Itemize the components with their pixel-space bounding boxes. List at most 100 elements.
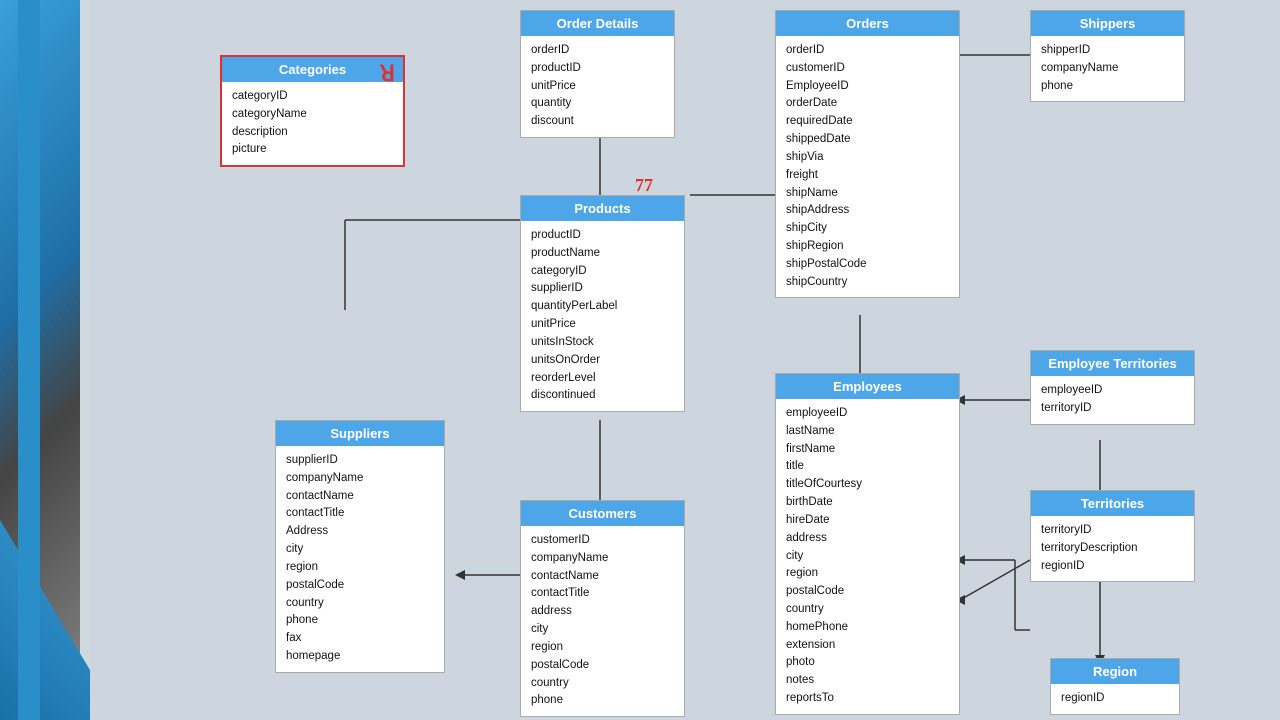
field: fax (286, 630, 434, 648)
products-header: Products (521, 196, 684, 221)
field: companyName (531, 550, 674, 568)
entity-suppliers: Suppliers supplierID companyName contact… (275, 420, 445, 673)
field: reportsTo (786, 690, 949, 708)
field: productName (531, 245, 674, 263)
entity-employees: Employees employeeID lastName firstName … (775, 373, 960, 715)
field: region (531, 639, 674, 657)
field: country (786, 601, 949, 619)
field: companyName (286, 470, 434, 488)
field: territoryID (1041, 522, 1184, 540)
field: phone (286, 612, 434, 630)
field: homepage (286, 648, 434, 666)
field: territoryID (1041, 400, 1184, 418)
field: shipPostalCode (786, 256, 949, 274)
field: contactTitle (286, 505, 434, 523)
field: address (786, 530, 949, 548)
bg-stripe (18, 0, 40, 720)
customers-header: Customers (521, 501, 684, 526)
suppliers-header: Suppliers (276, 421, 444, 446)
shippers-body: shipperID companyName phone (1031, 36, 1184, 101)
field: unitPrice (531, 316, 674, 334)
field: freight (786, 167, 949, 185)
field: regionID (1041, 558, 1184, 576)
annotation-b: ꓤ (380, 61, 395, 87)
field: productID (531, 60, 664, 78)
order-details-body: orderID productID unitPrice quantity dis… (521, 36, 674, 137)
field: categoryID (232, 88, 393, 106)
field: discontinued (531, 387, 674, 405)
field: country (531, 675, 674, 693)
region-header: Region (1051, 659, 1179, 684)
field: firstName (786, 441, 949, 459)
field: requiredDate (786, 113, 949, 131)
field: shipCountry (786, 274, 949, 292)
field: city (531, 621, 674, 639)
field: customerID (531, 532, 674, 550)
field: postalCode (531, 657, 674, 675)
field: regionID (1061, 690, 1169, 708)
territories-header: Territories (1031, 491, 1194, 516)
field: supplierID (531, 280, 674, 298)
field: description (232, 124, 393, 142)
field: title (786, 458, 949, 476)
field: extension (786, 637, 949, 655)
diagram-canvas: ꓤ Categories categoryID categoryName des… (90, 0, 1280, 720)
field: notes (786, 672, 949, 690)
categories-header: Categories (222, 57, 403, 82)
field: shipVia (786, 149, 949, 167)
field: contactName (531, 568, 674, 586)
field: phone (531, 692, 674, 710)
field: unitsInStock (531, 334, 674, 352)
field: customerID (786, 60, 949, 78)
field: employeeID (786, 405, 949, 423)
field: shipRegion (786, 238, 949, 256)
field: address (531, 603, 674, 621)
field: shipCity (786, 220, 949, 238)
entity-employee-territories: Employee Territories employeeID territor… (1030, 350, 1195, 425)
region-body: regionID (1051, 684, 1179, 714)
products-body: productID productName categoryID supplie… (521, 221, 684, 411)
field: city (786, 548, 949, 566)
orders-body: orderID customerID EmployeeID orderDate … (776, 36, 959, 297)
field: companyName (1041, 60, 1174, 78)
suppliers-body: supplierID companyName contactName conta… (276, 446, 444, 672)
entity-territories: Territories territoryID territoryDescrip… (1030, 490, 1195, 582)
entity-orders: Orders orderID customerID EmployeeID ord… (775, 10, 960, 298)
employee-territories-header: Employee Territories (1031, 351, 1194, 376)
field: unitPrice (531, 78, 664, 96)
field: titleOfCourtesy (786, 476, 949, 494)
order-details-header: Order Details (521, 11, 674, 36)
field: birthDate (786, 494, 949, 512)
field: EmployeeID (786, 78, 949, 96)
field: supplierID (286, 452, 434, 470)
field: orderDate (786, 95, 949, 113)
field: city (286, 541, 434, 559)
field: contactName (286, 488, 434, 506)
customers-body: customerID companyName contactName conta… (521, 526, 684, 716)
field: quantityPerLabel (531, 298, 674, 316)
field: unitsOnOrder (531, 352, 674, 370)
field: shipperID (1041, 42, 1174, 60)
field: region (286, 559, 434, 577)
field: productID (531, 227, 674, 245)
field: hireDate (786, 512, 949, 530)
field: categoryName (232, 106, 393, 124)
field: shippedDate (786, 131, 949, 149)
territories-body: territoryID territoryDescription regionI… (1031, 516, 1194, 581)
field: discount (531, 113, 664, 131)
field: lastName (786, 423, 949, 441)
field: quantity (531, 95, 664, 113)
field: postalCode (786, 583, 949, 601)
field: phone (1041, 78, 1174, 96)
field: shipAddress (786, 202, 949, 220)
employees-body: employeeID lastName firstName title titl… (776, 399, 959, 714)
entity-order-details: Order Details orderID productID unitPric… (520, 10, 675, 138)
field: postalCode (286, 577, 434, 595)
field: shipName (786, 185, 949, 203)
annotation-77: 77 (635, 175, 653, 196)
field: employeeID (1041, 382, 1184, 400)
field: categoryID (531, 263, 674, 281)
shippers-header: Shippers (1031, 11, 1184, 36)
field: photo (786, 654, 949, 672)
entity-products: Products productID productName categoryI… (520, 195, 685, 412)
